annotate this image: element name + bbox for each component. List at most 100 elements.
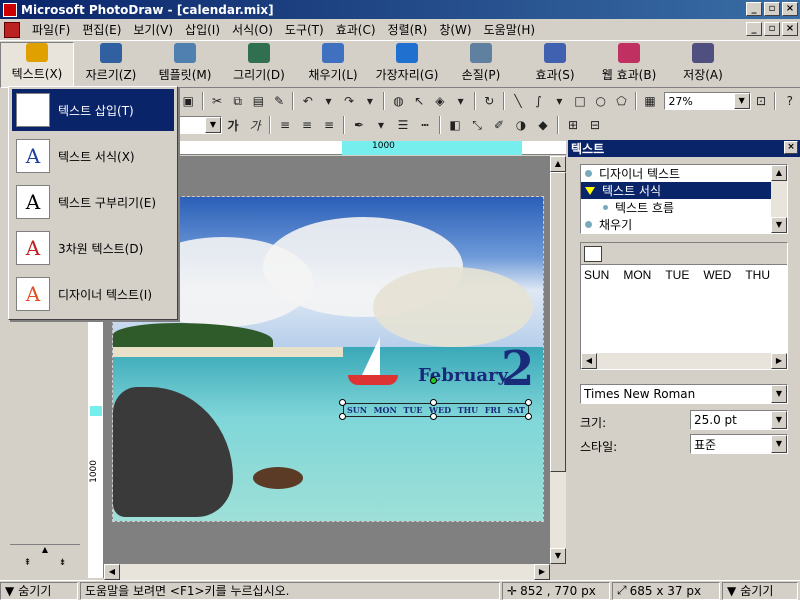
workpane-close-icon[interactable]: × xyxy=(784,141,798,154)
fill-bucket-icon[interactable]: ◈ xyxy=(431,91,450,111)
globe-icon[interactable]: ◍ xyxy=(389,91,408,111)
curve-icon[interactable]: ∫ xyxy=(529,91,548,111)
text-edit-hscrollbar[interactable]: ◀ ▶ xyxy=(581,353,787,369)
style-dropdown-icon[interactable]: ▼ xyxy=(771,435,787,453)
rectangle-icon[interactable]: □ xyxy=(571,91,590,111)
scroll-up-icon[interactable]: ▲ xyxy=(10,544,80,556)
rotation-handle[interactable] xyxy=(430,377,437,384)
effects-menu-button[interactable]: 효과(S) xyxy=(518,42,592,88)
doc-minimize-button[interactable]: _ xyxy=(746,22,762,36)
selection-handle[interactable] xyxy=(339,399,346,406)
help-icon[interactable]: ? xyxy=(780,91,799,111)
tree-item-fill[interactable]: 채우기 xyxy=(581,216,771,233)
scroll-bottom-icon[interactable]: ⇟ xyxy=(45,558,80,572)
copy-icon[interactable]: ⧉ xyxy=(228,91,247,111)
italic-icon[interactable]: 가 xyxy=(245,115,265,135)
scroll-down-arrow-icon[interactable]: ▼ xyxy=(550,548,566,564)
edit-points-icon[interactable]: ✐ xyxy=(489,115,509,135)
tree-scroll-down-icon[interactable]: ▼ xyxy=(771,217,787,233)
pen-color-icon[interactable]: ✒ xyxy=(349,115,369,135)
tree-item-designer-text[interactable]: 디자이너 텍스트 xyxy=(581,165,771,182)
paste-icon[interactable]: ▤ xyxy=(249,91,268,111)
size-dropdown-icon[interactable]: ▼ xyxy=(771,411,787,429)
font-size-combo[interactable]: ▼ xyxy=(178,116,222,134)
pen-dropdown-icon[interactable]: ▾ xyxy=(371,115,391,135)
scroll-right-arrow-icon[interactable]: ▶ xyxy=(534,564,550,580)
hide-picture-list-button[interactable]: ▼ 숨기기 xyxy=(0,581,78,600)
align-right-icon[interactable]: ≡ xyxy=(319,115,339,135)
menu-help[interactable]: 도움말(H) xyxy=(478,21,542,38)
tree-item-text-flow[interactable]: 텍스트 흐름 xyxy=(599,199,769,216)
horizontal-scrollbar[interactable]: ◀ ▶ xyxy=(104,564,550,580)
minimize-button[interactable]: _ xyxy=(746,2,762,16)
tree-scrollbar[interactable]: ▲ ▼ xyxy=(771,165,787,233)
text-menu-button[interactable]: 텍스트(X) xyxy=(0,42,74,88)
dash-style-icon[interactable]: ┅ xyxy=(415,115,435,135)
edge-menu-button[interactable]: 가장자리(G) xyxy=(370,42,444,88)
menu-designer-text[interactable]: A 디자이너 텍스트(I) xyxy=(12,273,174,315)
menu-format[interactable]: 서식(O) xyxy=(226,21,279,38)
text-scroll-right-icon[interactable]: ▶ xyxy=(771,353,787,369)
style-combo[interactable]: 표준 ▼ xyxy=(690,434,788,454)
text-edit-icon[interactable] xyxy=(584,246,602,262)
size-combo[interactable]: 25.0 pt ▼ xyxy=(690,410,788,430)
save-menu-button[interactable]: 저장(A) xyxy=(666,42,740,88)
menu-3d-text[interactable]: A 3차원 텍스트(D) xyxy=(12,227,174,269)
group-icon[interactable]: ⊞ xyxy=(563,115,583,135)
menu-file[interactable]: 파일(F) xyxy=(26,21,76,38)
align-left-icon[interactable]: ≡ xyxy=(275,115,295,135)
curve-dropdown-icon[interactable]: ▾ xyxy=(550,91,569,111)
touchup-menu-button[interactable]: 손질(P) xyxy=(444,42,518,88)
menu-view[interactable]: 보기(V) xyxy=(127,21,179,38)
shadow-icon[interactable]: ◧ xyxy=(445,115,465,135)
scroll-top-icon[interactable]: ⇞ xyxy=(10,558,45,572)
fill-menu-button[interactable]: 채우기(L) xyxy=(296,42,370,88)
menu-arrange[interactable]: 정렬(R) xyxy=(382,21,434,38)
menu-format-text[interactable]: A 텍스트 서식(X) xyxy=(12,135,174,177)
menu-tools[interactable]: 도구(T) xyxy=(279,21,330,38)
contrast-icon[interactable]: ◑ xyxy=(511,115,531,135)
selection-handle[interactable] xyxy=(525,413,532,420)
selection-handle[interactable] xyxy=(430,413,437,420)
doc-close-button[interactable]: × xyxy=(782,22,798,36)
menu-bend-text[interactable]: A 텍스트 구부리기(E) xyxy=(12,181,174,223)
camera-icon[interactable]: ▣ xyxy=(179,91,198,111)
menu-insert[interactable]: 삽입(I) xyxy=(179,21,226,38)
doc-maximize-button[interactable]: ▫ xyxy=(764,22,780,36)
text-edit-content[interactable]: SUN MON TUE WED THU xyxy=(581,265,787,285)
menu-effects[interactable]: 효과(C) xyxy=(330,21,382,38)
ellipse-icon[interactable]: ○ xyxy=(591,91,610,111)
cut-icon[interactable]: ✂ xyxy=(208,91,227,111)
ungroup-icon[interactable]: ⊟ xyxy=(585,115,605,135)
menu-insert-text[interactable]: A 텍스트 삽입(T) xyxy=(12,89,174,131)
web-effects-menu-button[interactable]: 웹 효과(B) xyxy=(592,42,666,88)
align-center-icon[interactable]: ≡ xyxy=(297,115,317,135)
scroll-up-arrow-icon[interactable]: ▲ xyxy=(550,156,566,172)
draw-menu-button[interactable]: 그리기(D) xyxy=(222,42,296,88)
selection-handle[interactable] xyxy=(430,399,437,406)
redo-icon[interactable]: ↷ xyxy=(340,91,359,111)
selection-handle[interactable] xyxy=(525,399,532,406)
close-button[interactable]: × xyxy=(782,2,798,16)
zoom-fit-icon[interactable]: ⊡ xyxy=(752,91,771,111)
vertical-scrollbar[interactable]: ▲ ▼ xyxy=(550,156,566,564)
color-icon[interactable]: ◆ xyxy=(533,115,553,135)
tree-scroll-up-icon[interactable]: ▲ xyxy=(771,165,787,181)
menu-window[interactable]: 창(W) xyxy=(433,21,477,38)
tree-item-format-text[interactable]: 텍스트 서식 xyxy=(581,182,771,199)
zoom-combo[interactable]: 27% ▼ xyxy=(664,92,751,110)
scroll-left-arrow-icon[interactable]: ◀ xyxy=(104,564,120,580)
undo-icon[interactable]: ↶ xyxy=(298,91,317,111)
bold-icon[interactable]: 가 xyxy=(223,115,243,135)
crop-menu-button[interactable]: 자르기(Z) xyxy=(74,42,148,88)
undo-dropdown-icon[interactable]: ▾ xyxy=(319,91,338,111)
font-name-combo[interactable]: Times New Roman ▼ xyxy=(580,384,788,404)
picture-list-icon[interactable]: ▦ xyxy=(641,91,660,111)
scroll-thumb[interactable] xyxy=(550,172,566,472)
text-scroll-left-icon[interactable]: ◀ xyxy=(581,353,597,369)
format-painter-icon[interactable]: ✎ xyxy=(270,91,289,111)
font-dropdown-icon[interactable]: ▼ xyxy=(771,385,787,403)
fill-dropdown-icon[interactable]: ▾ xyxy=(451,91,470,111)
template-menu-button[interactable]: 템플릿(M) xyxy=(148,42,222,88)
document-icon[interactable] xyxy=(4,21,20,38)
